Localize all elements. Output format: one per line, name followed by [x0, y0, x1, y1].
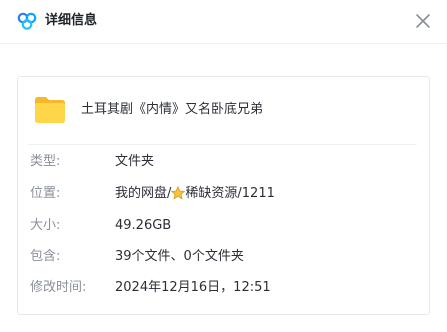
modified-label: 修改时间:	[30, 280, 87, 295]
file-header: 土耳其剧《内情》又名卧底兄弟	[18, 77, 429, 144]
info-row-contains: 包含: 39个文件、0个文件夹	[18, 247, 429, 267]
size-label: 大小:	[30, 218, 61, 233]
modified-value: 2024年12月16日，12:51	[115, 280, 271, 295]
location-path-prefix: 我的网盘/	[115, 186, 172, 201]
close-icon[interactable]	[414, 12, 432, 30]
dialog-title: 详细信息	[45, 13, 98, 28]
info-row-size: 大小: 49.26GB	[18, 216, 429, 236]
contains-label: 包含:	[30, 249, 61, 264]
star-icon	[171, 186, 186, 200]
dialog-header: 详细信息	[0, 0, 447, 44]
location-value[interactable]: 我的网盘/稀缺资源/1211	[115, 184, 275, 204]
contains-value: 39个文件、0个文件夹	[115, 249, 244, 264]
file-name: 土耳其剧《内情》又名卧底兄弟	[81, 102, 264, 117]
info-row-location: 位置: 我的网盘/稀缺资源/1211	[18, 184, 429, 204]
folder-icon	[35, 97, 65, 123]
divider	[28, 144, 417, 145]
details-panel: 土耳其剧《内情》又名卧底兄弟 类型: 文件夹 位置: 我的网盘/稀缺资源/121…	[17, 76, 430, 315]
type-label: 类型:	[30, 154, 61, 169]
info-row-type: 类型: 文件夹	[18, 152, 429, 172]
size-value: 49.26GB	[115, 218, 172, 233]
info-row-modified: 修改时间: 2024年12月16日，12:51	[18, 278, 429, 298]
location-path-suffix: 稀缺资源/1211	[185, 186, 275, 201]
location-label: 位置:	[30, 186, 61, 201]
cloud-logo-icon	[17, 12, 37, 30]
details-dialog: 详细信息 土耳其剧《内情》又名卧底兄弟 类型: 文件夹 位置: 我的网盘/稀缺资…	[0, 0, 447, 332]
type-value: 文件夹	[115, 154, 155, 169]
